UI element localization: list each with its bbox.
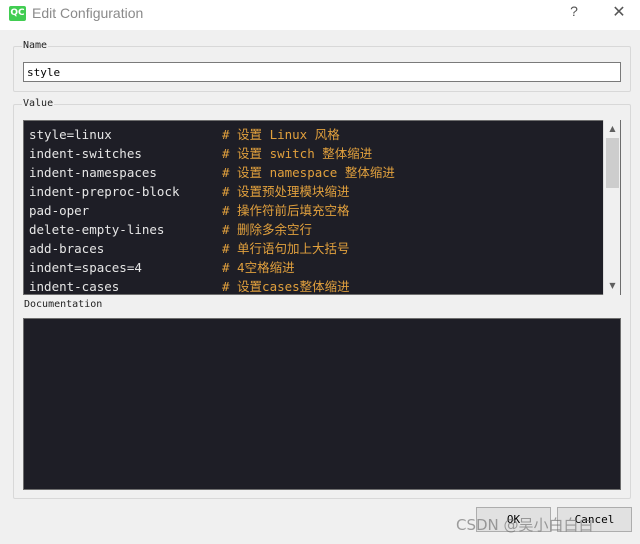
option-text: indent-namespaces — [29, 165, 157, 180]
value-line: indent=spaces=4 # 4空格缩进 — [29, 258, 295, 277]
value-line: indent-switches # 设置 switch 整体缩进 — [29, 144, 372, 163]
comment-text: # 操作符前后填充空格 — [222, 203, 350, 218]
comment-text: # 设置cases整体缩进 — [222, 279, 350, 294]
option-text: indent-cases — [29, 279, 120, 294]
option-text: style=linux — [29, 127, 112, 142]
name-input[interactable]: style — [23, 62, 621, 82]
value-line: delete-empty-lines # 删除多余空行 — [29, 220, 312, 239]
documentation-label: Documentation — [24, 299, 103, 310]
value-line: indent-cases # 设置cases整体缩进 — [29, 277, 350, 294]
option-text: indent=spaces=4 — [29, 260, 142, 275]
comment-text: # 设置预处理模块缩进 — [222, 184, 350, 199]
option-text: pad-oper — [29, 203, 90, 218]
comment-text: # 设置 Linux 风格 — [222, 127, 340, 142]
help-button[interactable]: ? — [566, 3, 582, 23]
scroll-thumb[interactable] — [606, 138, 619, 188]
qt-creator-icon: QC — [9, 6, 26, 21]
name-label: Name — [22, 40, 49, 51]
value-line: style=linux # 设置 Linux 风格 — [29, 125, 340, 144]
comment-text: # 删除多余空行 — [222, 222, 313, 237]
option-text: indent-switches — [29, 146, 142, 161]
title-bar: QC Edit Configuration ? ✕ — [0, 0, 640, 30]
value-line: indent-namespaces # 设置 namespace 整体缩进 — [29, 163, 395, 182]
window-title: Edit Configuration — [32, 5, 144, 21]
watermark-text: CSDN @吴小白白白 — [456, 516, 594, 534]
value-line: pad-oper # 操作符前后填充空格 — [29, 201, 350, 220]
comment-text: # 设置 switch 整体缩进 — [222, 146, 373, 161]
option-text: delete-empty-lines — [29, 222, 165, 237]
scroll-down-icon[interactable]: ▼ — [604, 277, 621, 294]
comment-text: # 设置 namespace 整体缩进 — [222, 165, 395, 180]
scroll-up-icon[interactable]: ▲ — [604, 120, 621, 137]
documentation-area — [23, 318, 621, 490]
value-line: add-braces # 单行语句加上大括号 — [29, 239, 350, 258]
comment-text: # 单行语句加上大括号 — [222, 241, 350, 256]
value-label: Value — [22, 98, 55, 109]
option-text: indent-preproc-block — [29, 184, 180, 199]
close-button[interactable]: ✕ — [604, 2, 634, 24]
value-scrollbar[interactable]: ▲ ▼ — [603, 120, 620, 295]
option-text: add-braces — [29, 241, 105, 256]
value-editor[interactable]: style=linux # 设置 Linux 风格 indent-switche… — [23, 120, 621, 295]
value-line: indent-preproc-block # 设置预处理模块缩进 — [29, 182, 350, 201]
comment-text: # 4空格缩进 — [222, 260, 295, 275]
